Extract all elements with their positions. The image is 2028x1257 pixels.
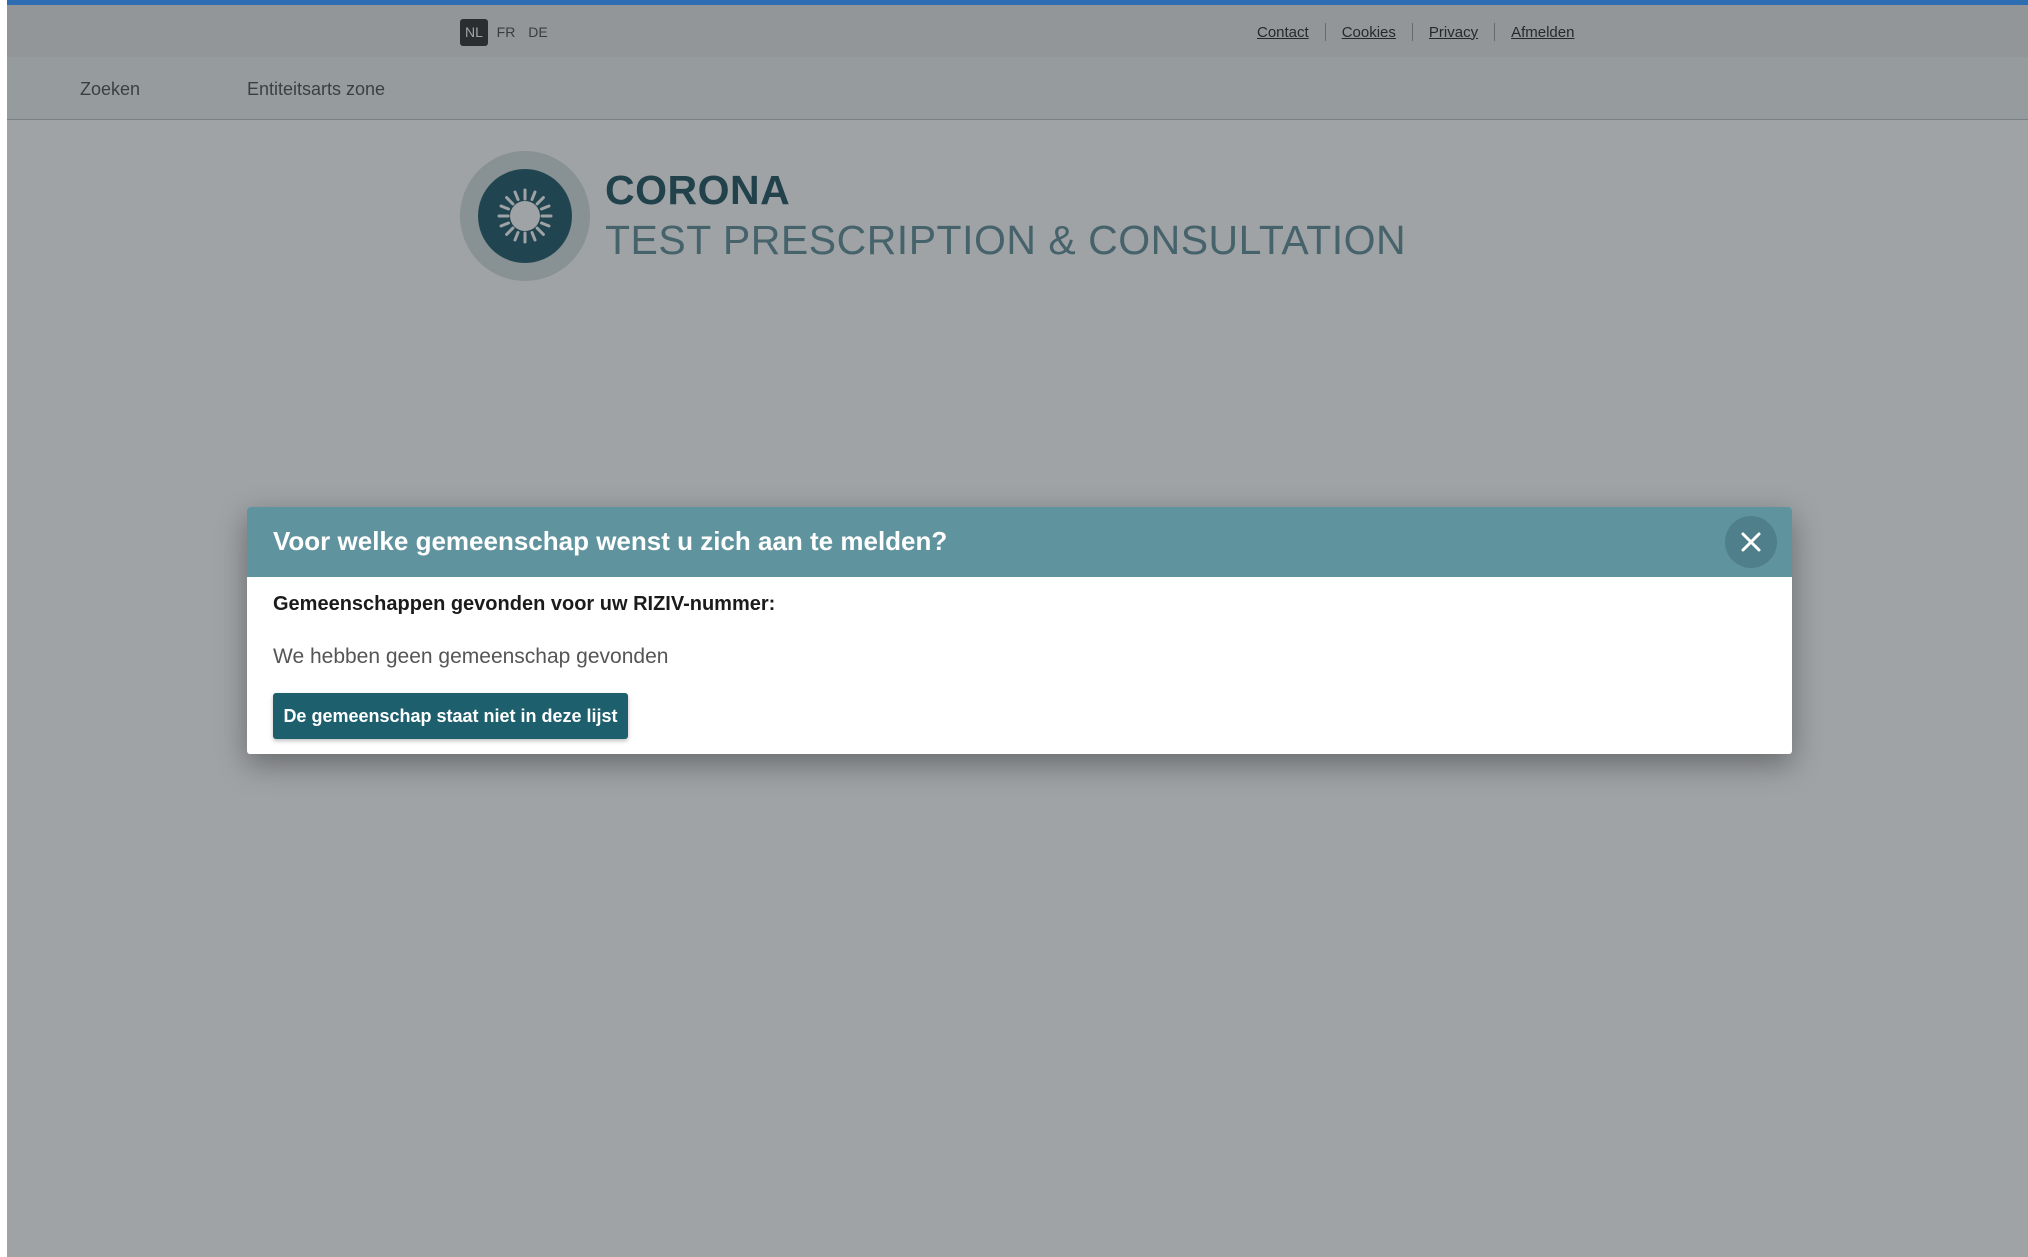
- dialog-header: Voor welke gemeenschap wenst u zich aan …: [247, 507, 1792, 577]
- close-icon: [1741, 532, 1761, 552]
- community-not-listed-button[interactable]: De gemeenschap staat niet in deze lijst: [273, 693, 628, 739]
- community-selection-dialog: Voor welke gemeenschap wenst u zich aan …: [247, 507, 1792, 754]
- top-accent-bar: [0, 0, 2028, 5]
- empty-result-message: We hebben geen gemeenschap gevonden: [273, 645, 669, 668]
- left-window-edge: [0, 0, 7, 1257]
- dialog-title: Voor welke gemeenschap wenst u zich aan …: [273, 526, 948, 556]
- dialog-subtitle: Gemeenschappen gevonden voor uw RIZIV-nu…: [273, 593, 776, 615]
- close-button[interactable]: [1725, 516, 1777, 568]
